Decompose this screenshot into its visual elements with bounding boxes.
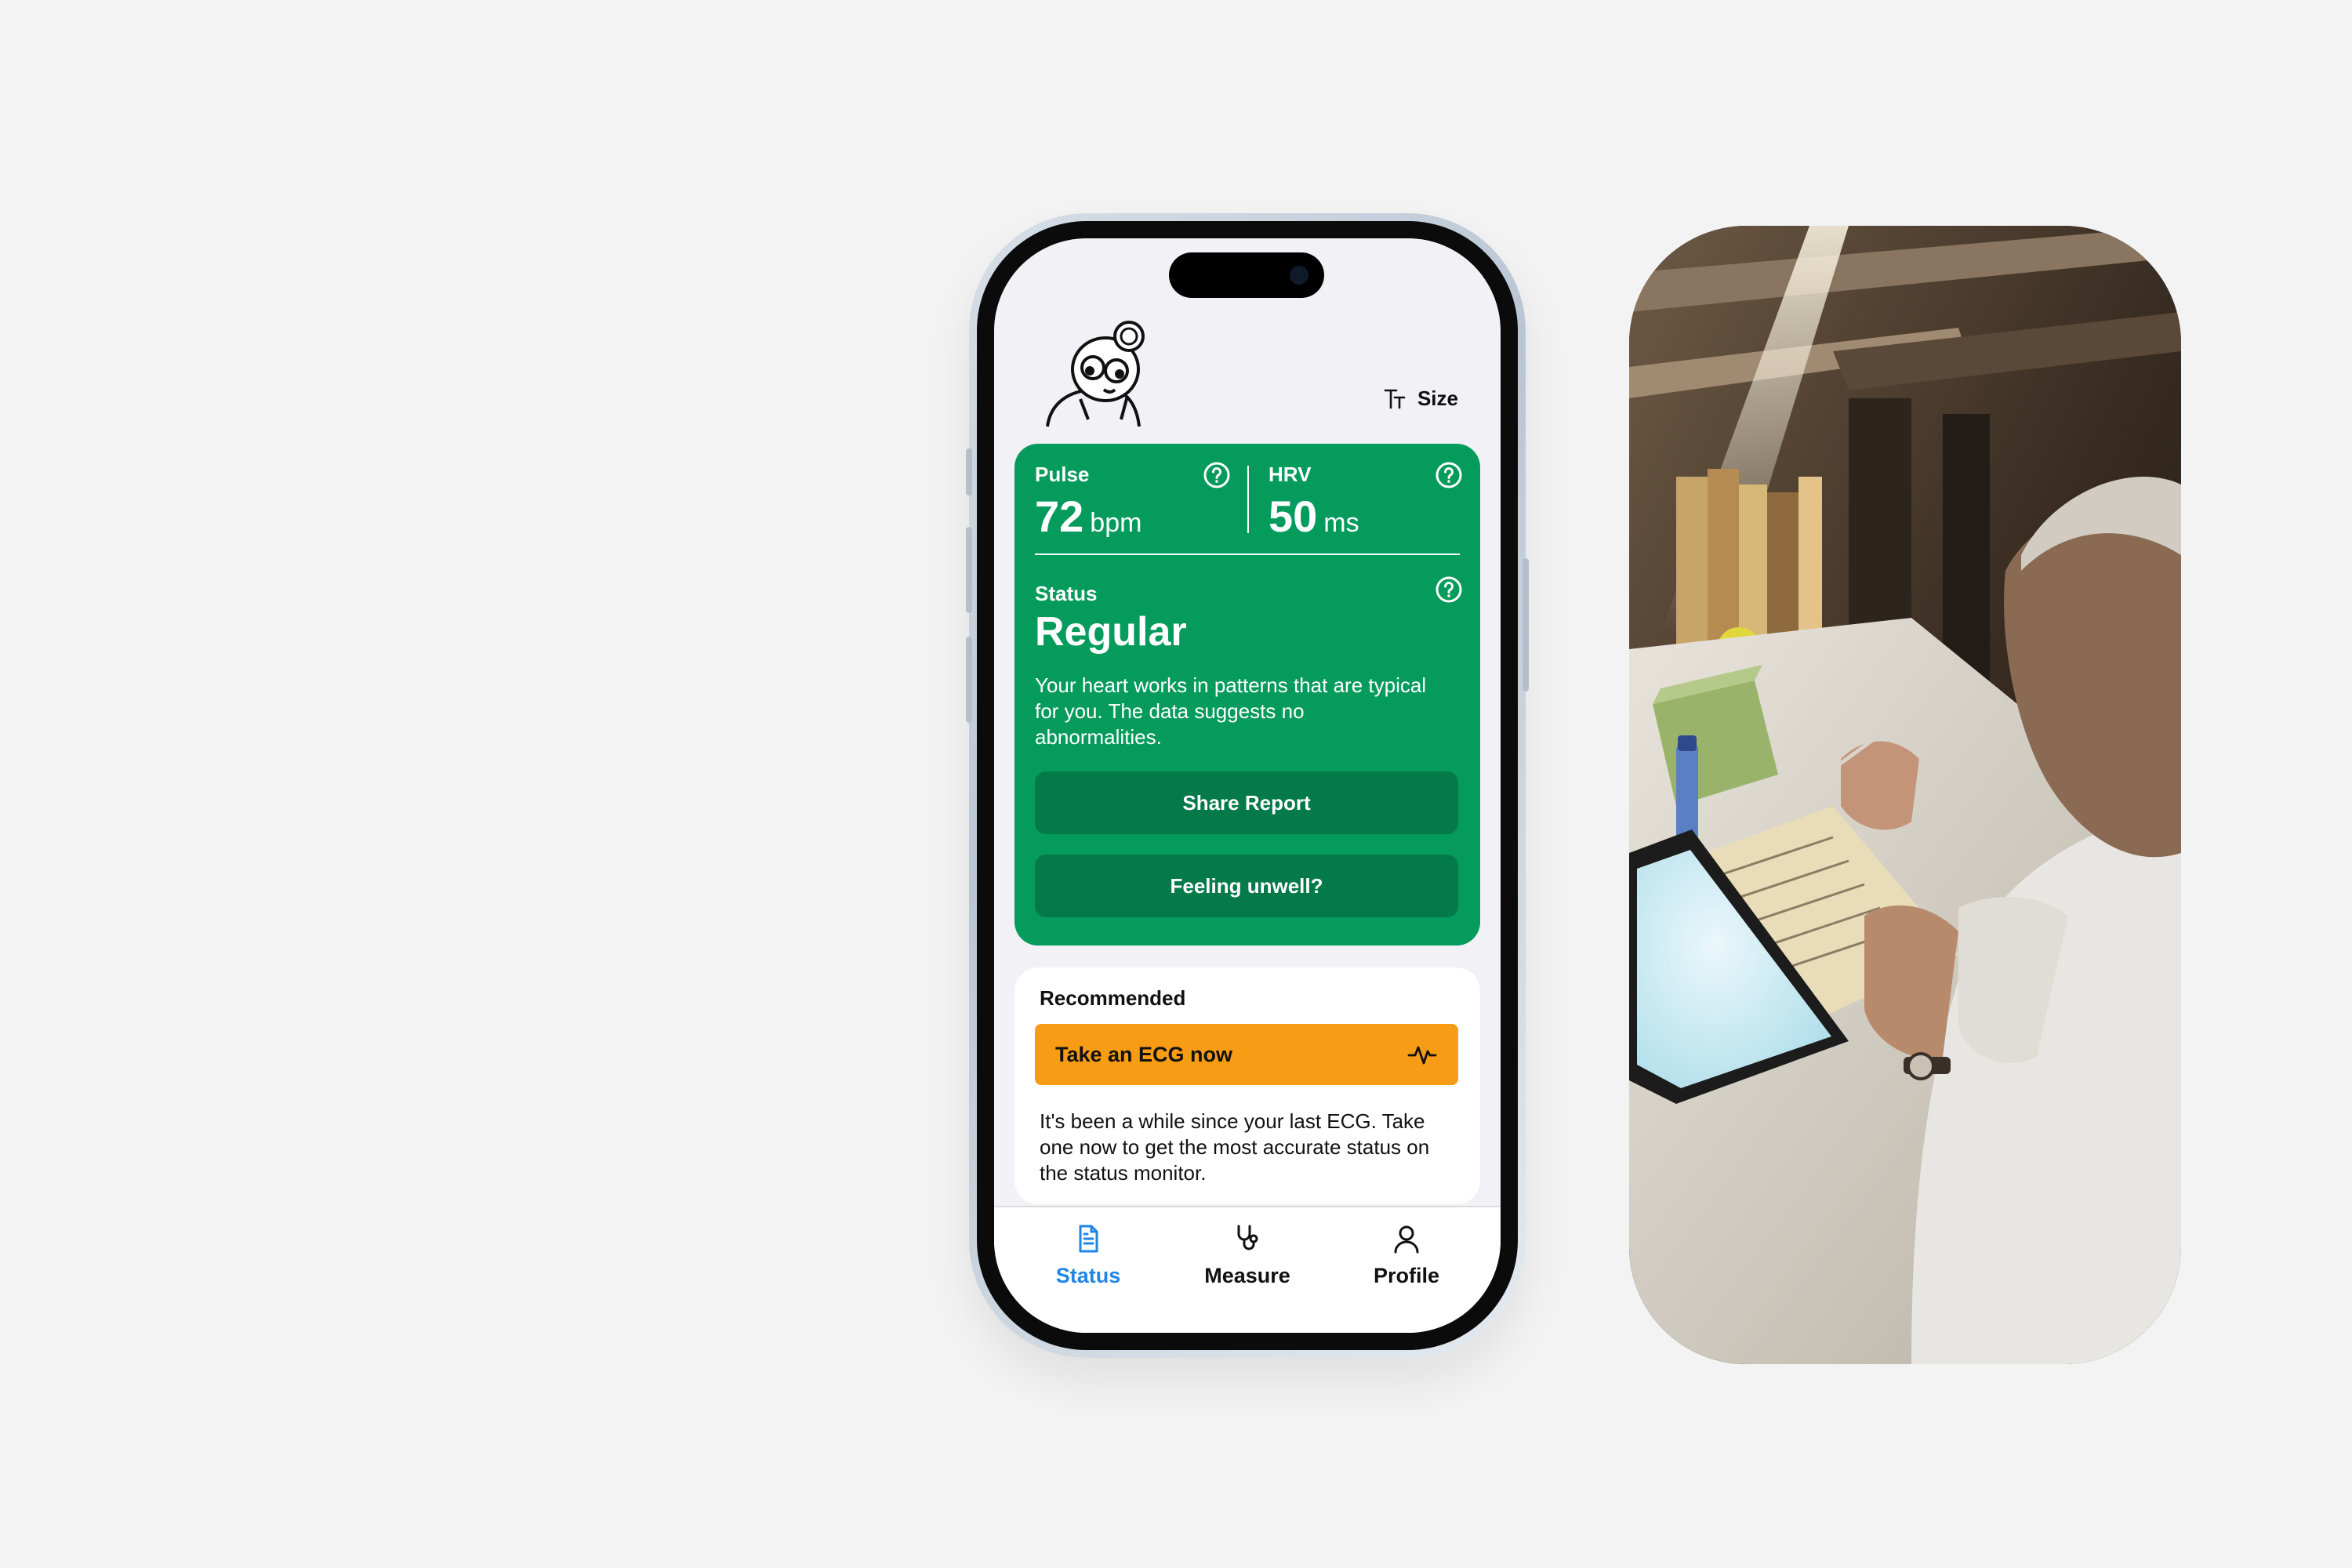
status-description: Your heart works in patterns that are ty… — [1035, 673, 1427, 749]
pulse-value: 72 — [1035, 492, 1084, 541]
stethoscope-icon — [1237, 1225, 1258, 1250]
hrv-unit: ms — [1323, 508, 1359, 538]
phone-mockup: Size Pulse 72 bpm HRV 50 ms Status Regul… — [966, 213, 1529, 1358]
photo-illustration — [1629, 226, 2181, 1364]
dynamic-island — [1169, 252, 1324, 298]
app-screen: Size Pulse 72 bpm HRV 50 ms Status Regul… — [994, 238, 1501, 1333]
pulse-unit: bpm — [1090, 508, 1142, 538]
take-ecg-button[interactable]: Take an ECG now — [1035, 1024, 1458, 1085]
camera-icon — [1290, 266, 1308, 285]
metric-divider — [1247, 466, 1249, 533]
hrv-help-icon[interactable] — [1435, 461, 1463, 489]
nav-item-profile[interactable]: Profile — [1336, 1223, 1477, 1288]
phone-volume-up-button — [966, 527, 972, 613]
text-size-icon — [1384, 389, 1406, 409]
nav-measure-label: Measure — [1204, 1264, 1290, 1287]
nav-profile-label: Profile — [1373, 1264, 1440, 1287]
nav-item-measure[interactable]: Measure — [1177, 1223, 1318, 1288]
size-label: Size — [1417, 386, 1458, 410]
page: Size Pulse 72 bpm HRV 50 ms Status Regul… — [0, 0, 2352, 1568]
recommended-title: Recommended — [1040, 986, 1186, 1010]
doctor-mascot-icon — [1046, 321, 1145, 427]
nav-item-status[interactable]: Status — [1018, 1223, 1159, 1288]
phone-action-button — [966, 448, 972, 495]
bottom-navigation: Status Measure Profile — [994, 1206, 1501, 1333]
elderly-man-writing-photo — [1629, 226, 2181, 1364]
feeling-unwell-button[interactable]: Feeling unwell? — [1035, 855, 1458, 917]
pulse-help-icon[interactable] — [1203, 461, 1231, 489]
phone-power-button — [1523, 558, 1529, 691]
text-size-button[interactable]: Size — [1383, 386, 1458, 411]
person-icon — [1394, 1225, 1419, 1254]
heartbeat-icon — [1407, 1046, 1437, 1065]
status-help-icon[interactable] — [1435, 575, 1463, 604]
status-value: Regular — [1035, 609, 1187, 655]
document-icon — [1079, 1225, 1098, 1253]
phone-volume-down-button — [966, 637, 972, 723]
nav-status-label: Status — [1055, 1264, 1121, 1287]
take-ecg-label: Take an ECG now — [1055, 1042, 1233, 1066]
share-report-button[interactable]: Share Report — [1035, 771, 1458, 834]
status-label: Status — [1035, 582, 1098, 605]
recommended-card: Recommended Take an ECG now It's been a … — [1014, 967, 1480, 1204]
status-card: Pulse 72 bpm HRV 50 ms Status Regular Yo… — [1014, 444, 1480, 946]
recommended-description: It's been a while since your last ECG. T… — [1040, 1109, 1430, 1185]
hrv-value: 50 — [1269, 492, 1318, 541]
card-divider — [1035, 554, 1460, 555]
